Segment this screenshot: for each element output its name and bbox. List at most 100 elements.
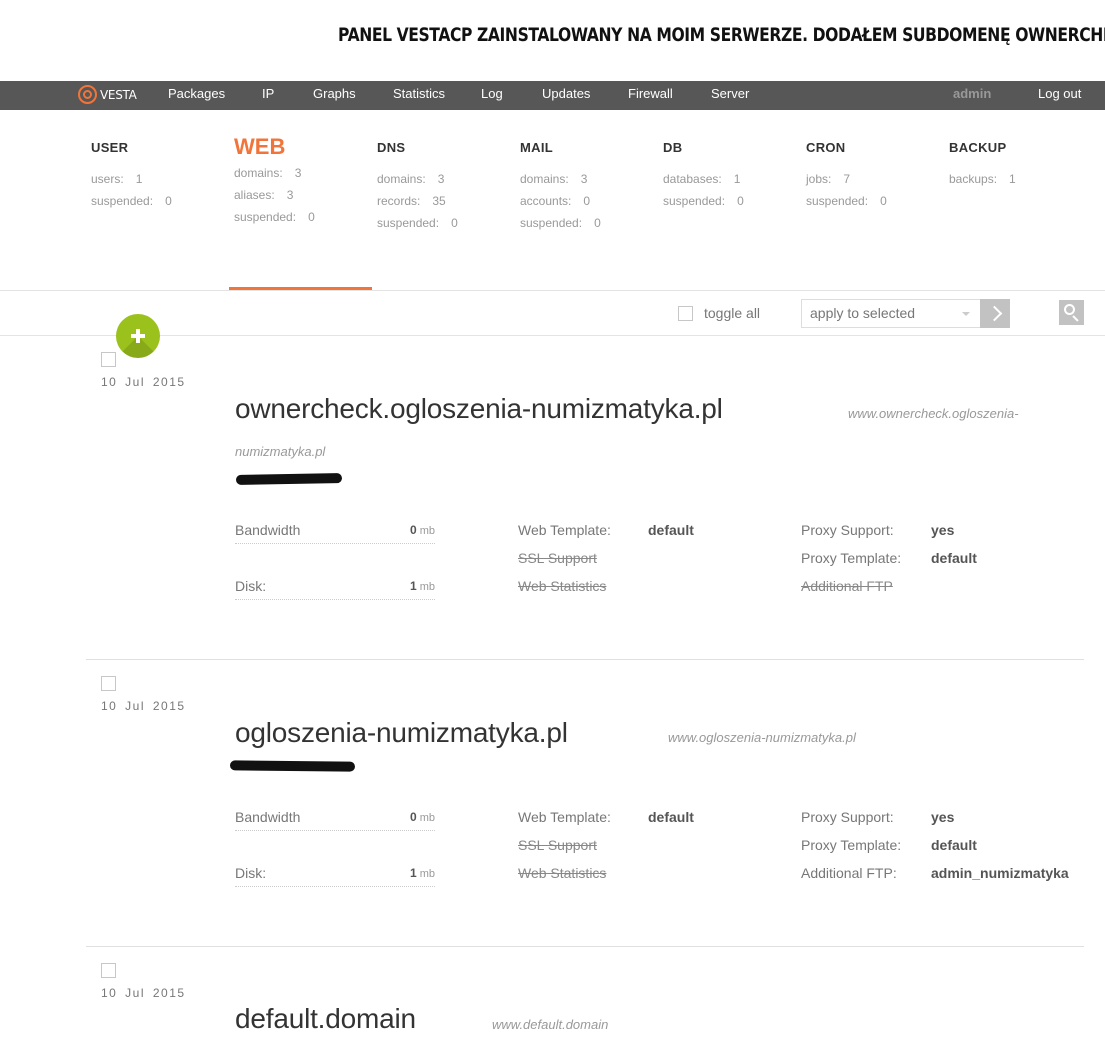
metric-underline <box>235 599 435 600</box>
toolbar-divider <box>0 335 1105 336</box>
plus-icon <box>136 329 140 343</box>
nav-packages[interactable]: Packages <box>168 86 225 101</box>
nav-ip[interactable]: IP <box>262 86 274 101</box>
row-checkbox[interactable] <box>101 676 116 691</box>
stat-row: domains: 3 <box>234 166 302 180</box>
stat-db[interactable]: DB databases: 1 suspended: 0 <box>663 140 744 216</box>
row-date: 10 Jul 2015 <box>101 375 186 389</box>
row-date: 10 Jul 2015 <box>101 986 186 1000</box>
web-statistics-label: Web Statistics <box>518 865 607 881</box>
domain-alias: www.ownercheck.ogloszenia- <box>848 406 1019 421</box>
row-divider <box>86 659 1084 660</box>
stat-row: aliases: 3 <box>234 188 294 202</box>
disk-value: 1 mb <box>409 579 435 593</box>
stat-web[interactable]: WEB domains: 3 aliases: 3 suspended: 0 <box>234 134 315 232</box>
toolbar-divider <box>0 290 1105 291</box>
apply-button[interactable] <box>980 299 1010 328</box>
stat-title: MAIL <box>520 140 553 155</box>
stat-title: USER <box>91 140 129 155</box>
stat-user[interactable]: USER users: 1 suspended: 0 <box>91 140 172 216</box>
stat-title: DB <box>663 140 683 155</box>
domain-name[interactable]: ogloszenia-numizmatyka.pl <box>235 717 568 749</box>
domain-alias: www.ogloszenia-numizmatyka.pl <box>668 730 856 745</box>
bandwidth-label: Bandwidth <box>235 522 301 538</box>
proxy-support-label: Proxy Support: <box>801 522 894 538</box>
proxy-support-value: yes <box>931 522 955 538</box>
row-checkbox[interactable] <box>101 963 116 978</box>
bandwidth-value: 0 mb <box>409 523 435 537</box>
nav-graphs[interactable]: Graphs <box>313 86 356 101</box>
stat-backup[interactable]: BACKUP backups: 1 <box>949 140 1016 194</box>
nav-server[interactable]: Server <box>711 86 749 101</box>
row-checkbox[interactable] <box>101 352 116 367</box>
stat-row: databases: 1 <box>663 172 741 186</box>
proxy-template-value: default <box>931 550 977 566</box>
stat-row: domains: 3 <box>520 172 588 186</box>
top-navigation: VESTA Packages IP Graphs Statistics Log … <box>0 81 1105 110</box>
stat-title: DNS <box>377 140 406 155</box>
proxy-support-value: yes <box>931 809 955 825</box>
bandwidth-label: Bandwidth <box>235 809 301 825</box>
web-template-value: default <box>648 522 694 538</box>
stat-row: jobs: 7 <box>806 172 851 186</box>
metric-underline <box>235 886 435 887</box>
vesta-logo-icon <box>78 85 97 104</box>
proxy-support-label: Proxy Support: <box>801 809 894 825</box>
web-template-label: Web Template: <box>518 809 611 825</box>
ssl-support-label: SSL Support <box>518 837 597 853</box>
row-divider <box>86 946 1084 947</box>
disk-value: 1 mb <box>409 866 435 880</box>
nav-log[interactable]: Log <box>481 86 503 101</box>
search-button[interactable] <box>1059 300 1084 325</box>
disk-label: Disk: <box>235 578 267 594</box>
stat-row: accounts: 0 <box>520 194 591 208</box>
vesta-logo[interactable]: VESTA <box>78 85 137 104</box>
web-statistics-label: Web Statistics <box>518 578 607 594</box>
chevron-down-icon <box>962 312 970 316</box>
additional-ftp-label: Additional FTP: <box>801 865 897 881</box>
nav-statistics[interactable]: Statistics <box>393 86 445 101</box>
disk-label: Disk: <box>235 865 267 881</box>
additional-ftp-value: admin_numizmatyka <box>931 865 1069 881</box>
stat-row: suspended: 0 <box>234 210 315 224</box>
ssl-support-label: SSL Support <box>518 550 597 566</box>
redaction-scribble <box>235 473 343 485</box>
stat-row: domains: 3 <box>377 172 445 186</box>
logo-text: VESTA <box>100 87 137 102</box>
web-template-label: Web Template: <box>518 522 611 538</box>
stat-title: WEB <box>234 134 286 159</box>
metric-underline <box>235 830 435 831</box>
stat-row: suspended: 0 <box>377 216 458 230</box>
proxy-template-value: default <box>931 837 977 853</box>
additional-ftp-label: Additional FTP <box>801 578 893 594</box>
nav-updates[interactable]: Updates <box>542 86 590 101</box>
stat-row: suspended: 0 <box>663 194 744 208</box>
web-template-value: default <box>648 809 694 825</box>
stat-row: users: 1 <box>91 172 143 186</box>
stat-dns[interactable]: DNS domains: 3 records: 35 suspended: 0 <box>377 140 458 238</box>
stat-row: records: 35 <box>377 194 446 208</box>
domain-alias: www.default.domain <box>492 1017 609 1032</box>
stat-cron[interactable]: CRON jobs: 7 suspended: 0 <box>806 140 887 216</box>
stat-row: suspended: 0 <box>806 194 887 208</box>
toggle-all-label[interactable]: toggle all <box>704 305 760 321</box>
metric-underline <box>235 543 435 544</box>
domain-name[interactable]: ownercheck.ogloszenia-numizmatyka.pl <box>235 393 723 425</box>
bulk-action-select[interactable]: apply to selected <box>801 299 981 328</box>
proxy-template-label: Proxy Template: <box>801 550 902 566</box>
stat-title: BACKUP <box>949 140 1007 155</box>
domain-name[interactable]: default.domain <box>235 1003 416 1035</box>
logout-link[interactable]: Log out <box>1038 86 1081 101</box>
stat-title: CRON <box>806 140 846 155</box>
proxy-template-label: Proxy Template: <box>801 837 902 853</box>
bandwidth-value: 0 mb <box>409 810 435 824</box>
add-domain-button[interactable] <box>116 314 160 358</box>
stat-mail[interactable]: MAIL domains: 3 accounts: 0 suspended: 0 <box>520 140 601 238</box>
toggle-all-checkbox[interactable] <box>678 306 693 321</box>
redaction-scribble <box>229 760 356 772</box>
stat-row: suspended: 0 <box>91 194 172 208</box>
stat-row: backups: 1 <box>949 172 1016 186</box>
nav-firewall[interactable]: Firewall <box>628 86 673 101</box>
nav-user[interactable]: admin <box>953 86 991 101</box>
image-caption: PANEL VESTACP ZAINSTALOWANY NA MOIM SERW… <box>338 24 1105 46</box>
